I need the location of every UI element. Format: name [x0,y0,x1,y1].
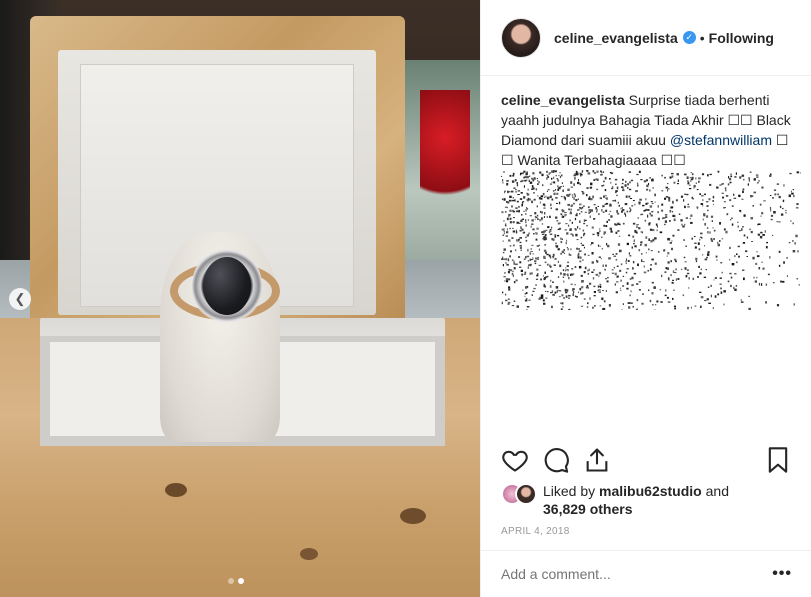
comment-input[interactable] [501,566,773,582]
likes-prefix: Liked by [543,483,600,499]
verified-badge-icon: ✓ [682,31,696,44]
likes-count[interactable]: 36,829 others [543,501,633,517]
following-button[interactable]: Following [709,30,774,46]
post-panel: celine_evangelista ✓ • Following celine_… [480,0,811,597]
post-photo[interactable]: ❮ [0,0,480,597]
post-header: celine_evangelista ✓ • Following [481,0,811,76]
heart-icon[interactable] [501,446,529,474]
likes-middle: and [701,483,729,499]
chevron-left-icon[interactable]: ❮ [9,288,31,310]
censored-comments-area [501,170,801,310]
likes-section: Liked by malibu62studio and 36,829 other… [501,482,729,518]
bookmark-icon[interactable] [764,446,792,474]
carousel-indicator [228,578,244,584]
action-bar [501,446,792,478]
likes-text: Liked by malibu62studio and 36,829 other… [543,482,729,518]
liker-username[interactable]: malibu62studio [599,483,702,499]
post-date[interactable]: APRIL 4, 2018 [501,526,570,537]
header-username[interactable]: celine_evangelista [554,30,678,46]
comment-bar: ••• [481,550,811,597]
carousel-dot-active [238,578,244,584]
caption-username[interactable]: celine_evangelista [501,92,625,108]
share-icon[interactable] [583,446,611,474]
background-decoration [420,90,470,210]
avatar[interactable] [501,17,541,58]
comment-icon[interactable] [542,446,570,474]
more-options-icon[interactable]: ••• [772,565,792,583]
black-diamond [203,257,251,315]
carousel-dot [228,578,234,584]
caption-mention[interactable]: @stefannwilliam [670,132,772,148]
liker-avatars [501,483,537,505]
avatar [515,483,537,505]
header-separator: • [699,29,705,46]
